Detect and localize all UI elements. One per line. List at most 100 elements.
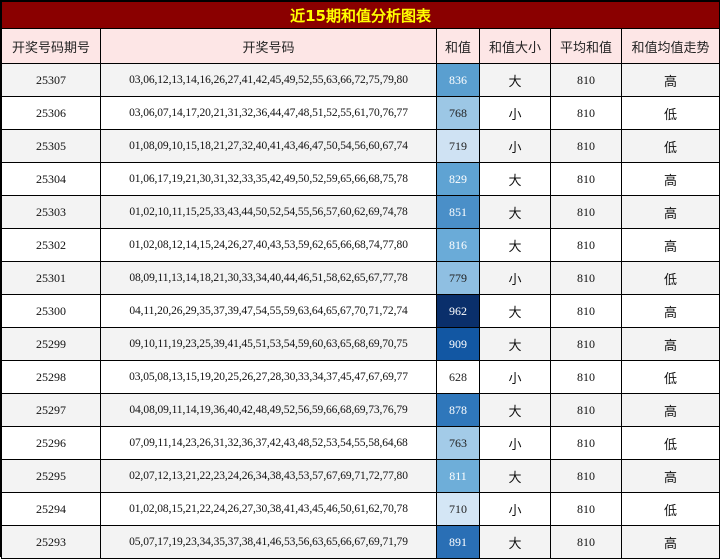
sum-cell: 816: [436, 228, 480, 262]
size-cell: 大: [479, 525, 551, 559]
sum-cell: 768: [436, 96, 480, 130]
issue-cell: 25293: [1, 525, 101, 559]
numbers-cell: 09,10,11,19,23,25,39,41,45,51,53,54,59,6…: [100, 327, 437, 361]
numbers-cell: 01,02,08,15,21,22,24,26,27,30,38,41,43,4…: [100, 492, 437, 526]
average-cell: 810: [550, 294, 622, 328]
table-row: 25299 09,10,11,19,23,25,39,41,45,51,53,54…: [1, 327, 720, 361]
average-cell: 810: [550, 525, 622, 559]
size-cell: 大: [479, 327, 551, 361]
trend-cell: 低: [620, 129, 720, 163]
issue-cell: 25303: [1, 195, 101, 229]
issue-cell: 25306: [1, 96, 101, 130]
size-cell: 大: [479, 195, 551, 229]
size-cell: 小: [479, 96, 551, 130]
numbers-cell: 01,02,10,11,15,25,33,43,44,50,52,54,55,5…: [100, 195, 437, 229]
average-cell: 810: [550, 492, 622, 526]
table-row: 25302 01,02,08,12,14,15,24,26,27,40,43,53…: [1, 228, 720, 262]
trend-cell: 高: [620, 195, 720, 229]
issue-cell: 25294: [1, 492, 101, 526]
issue-cell: 25304: [1, 162, 101, 196]
table-row: 25303 01,02,10,11,15,25,33,43,44,50,52,54…: [1, 195, 720, 229]
issue-cell: 25299: [1, 327, 101, 361]
trend-cell: 高: [620, 294, 720, 328]
table-row: 25305 01,08,09,10,15,18,21,27,32,40,41,43…: [1, 129, 720, 163]
numbers-cell: 07,09,11,14,23,26,31,32,36,37,42,43,48,5…: [100, 426, 437, 460]
size-cell: 小: [479, 129, 551, 163]
numbers-cell: 08,09,11,13,14,18,21,30,33,34,40,44,46,5…: [100, 261, 437, 295]
numbers-cell: 03,06,07,14,17,20,21,31,32,36,44,47,48,5…: [100, 96, 437, 130]
title-row: 近15期和值分析图表: [0, 1, 720, 29]
numbers-cell: 02,07,12,13,21,22,23,24,26,34,38,43,53,5…: [100, 459, 437, 493]
table-row: 25295 02,07,12,13,21,22,23,24,26,34,38,43…: [1, 459, 720, 493]
header-average-sum: 平均和值: [550, 28, 622, 64]
trend-cell: 高: [620, 525, 720, 559]
trend-cell: 低: [620, 360, 720, 394]
average-cell: 810: [550, 162, 622, 196]
sum-cell: 811: [436, 459, 480, 493]
size-cell: 大: [479, 393, 551, 427]
sum-cell: 909: [436, 327, 480, 361]
average-cell: 810: [550, 129, 622, 163]
numbers-cell: 01,08,09,10,15,18,21,27,32,40,41,43,46,4…: [100, 129, 437, 163]
trend-cell: 低: [620, 261, 720, 295]
table-row: 25306 03,06,07,14,17,20,21,31,32,36,44,47…: [1, 96, 720, 130]
analysis-table-container: 近15期和值分析图表 开奖号码期号 开奖号码 和值 和值大小 平均和值 和值均值…: [0, 0, 720, 559]
issue-cell: 25305: [1, 129, 101, 163]
issue-cell: 25295: [1, 459, 101, 493]
numbers-cell: 03,05,08,13,15,19,20,25,26,27,28,30,33,3…: [100, 360, 437, 394]
issue-cell: 25302: [1, 228, 101, 262]
issue-cell: 25300: [1, 294, 101, 328]
table-row: 25296 07,09,11,14,23,26,31,32,36,37,42,43…: [1, 426, 720, 460]
sum-cell: 891: [436, 525, 480, 559]
average-cell: 810: [550, 426, 622, 460]
average-cell: 810: [550, 228, 622, 262]
size-cell: 大: [479, 459, 551, 493]
size-cell: 小: [479, 492, 551, 526]
numbers-cell: 01,06,17,19,21,30,31,32,33,35,42,49,50,5…: [100, 162, 437, 196]
trend-cell: 高: [620, 228, 720, 262]
header-numbers: 开奖号码: [100, 28, 437, 64]
issue-cell: 25307: [1, 63, 101, 97]
average-cell: 810: [550, 393, 622, 427]
average-cell: 810: [550, 63, 622, 97]
table-row: 25300 04,11,20,26,29,35,37,39,47,54,55,59…: [1, 294, 720, 328]
trend-cell: 高: [620, 393, 720, 427]
size-cell: 小: [479, 360, 551, 394]
sum-cell: 763: [436, 426, 480, 460]
average-cell: 810: [550, 327, 622, 361]
trend-cell: 高: [620, 327, 720, 361]
size-cell: 大: [479, 162, 551, 196]
size-cell: 小: [479, 261, 551, 295]
issue-cell: 25297: [1, 393, 101, 427]
size-cell: 大: [479, 63, 551, 97]
numbers-cell: 05,07,17,19,23,34,35,37,38,41,46,53,56,6…: [100, 525, 437, 559]
average-cell: 810: [550, 459, 622, 493]
trend-cell: 高: [620, 459, 720, 493]
sum-cell: 878: [436, 393, 480, 427]
size-cell: 小: [479, 426, 551, 460]
trend-cell: 低: [620, 96, 720, 130]
header-sum-trend: 和值均值走势: [620, 28, 720, 64]
table-row: 25298 03,05,08,13,15,19,20,25,26,27,28,30…: [1, 360, 720, 394]
header-sum: 和值: [436, 28, 480, 64]
table-row: 25307 03,06,12,13,14,16,26,27,41,42,45,49…: [1, 63, 720, 97]
table-row: 25301 08,09,11,13,14,18,21,30,33,34,40,44…: [1, 261, 720, 295]
sum-cell: 962: [436, 294, 480, 328]
sum-cell: 829: [436, 162, 480, 196]
issue-cell: 25301: [1, 261, 101, 295]
sum-cell: 628: [436, 360, 480, 394]
header-issue: 开奖号码期号: [1, 28, 101, 64]
table-row: 25297 04,08,09,11,14,19,36,40,42,48,49,52…: [1, 393, 720, 427]
numbers-cell: 01,02,08,12,14,15,24,26,27,40,43,53,59,6…: [100, 228, 437, 262]
trend-cell: 低: [620, 492, 720, 526]
numbers-cell: 04,08,09,11,14,19,36,40,42,48,49,52,56,5…: [100, 393, 437, 427]
table-title: 近15期和值分析图表: [0, 1, 720, 29]
sum-cell: 851: [436, 195, 480, 229]
average-cell: 810: [550, 195, 622, 229]
table-row: 25293 05,07,17,19,23,34,35,37,38,41,46,53…: [1, 525, 720, 559]
average-cell: 810: [550, 261, 622, 295]
trend-cell: 高: [620, 63, 720, 97]
header-row: 开奖号码期号 开奖号码 和值 和值大小 平均和值 和值均值走势: [1, 28, 720, 64]
average-cell: 810: [550, 360, 622, 394]
sum-cell: 836: [436, 63, 480, 97]
